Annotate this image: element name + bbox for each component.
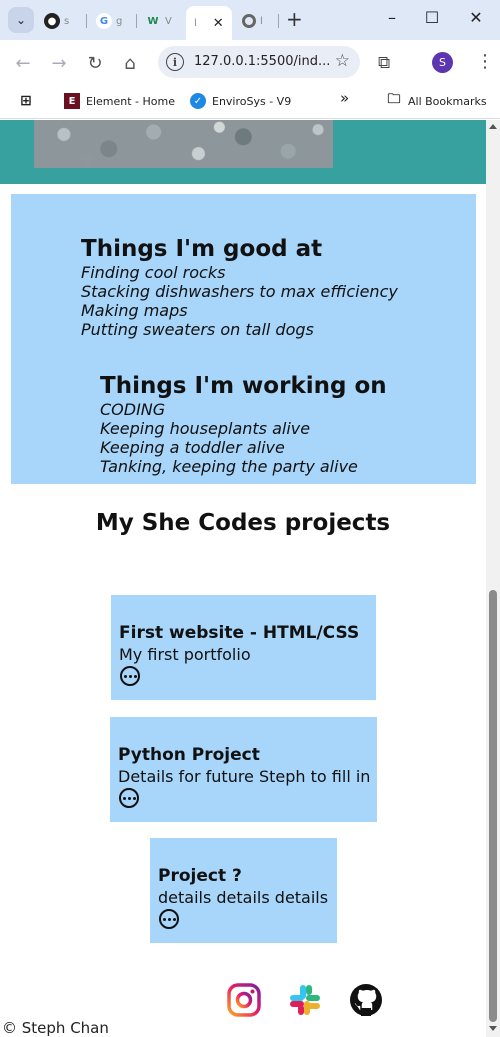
forward-icon[interactable]: → [46, 50, 72, 76]
good-item: Putting sweaters on tall dogs [81, 320, 314, 339]
reload-icon[interactable]: ↻ [82, 50, 108, 76]
scroll-down-icon[interactable] [489, 1026, 497, 1031]
instagram-icon[interactable] [227, 983, 261, 1017]
project-card[interactable]: Python Project Details for future Steph … [110, 717, 377, 822]
good-at-heading: Things I'm good at [81, 236, 323, 262]
scroll-up-icon[interactable] [489, 124, 497, 129]
scrollbar[interactable] [486, 120, 500, 1037]
bookmark-element[interactable]: E Element - Home [64, 93, 175, 109]
folder-icon: 🗀 [387, 92, 401, 107]
project-card[interactable]: Project ? details details details [150, 838, 337, 943]
tab-github[interactable]: ● s [44, 6, 69, 36]
more-icon[interactable] [119, 788, 139, 808]
project-title: Project ? [158, 866, 242, 886]
good-item: Stacking dishwashers to max efficiency [81, 282, 398, 301]
menu-icon[interactable]: ⋮ [476, 51, 494, 72]
element-icon: E [64, 93, 80, 109]
tab-strip: ⌄ ● s G g W V l ✕ l + – ☐ ✕ [0, 0, 500, 40]
skills-section: Things I'm good at Finding cool rocks St… [11, 194, 476, 484]
tab-search-button[interactable]: ⌄ [8, 7, 34, 33]
more-icon[interactable] [120, 666, 140, 686]
hero-section [0, 120, 486, 184]
google-icon: G [96, 13, 112, 29]
avatar[interactable]: S [432, 52, 453, 73]
address-bar[interactable]: i 127.0.0.1:5500/ind... ☆ [158, 46, 360, 78]
work-item: CODING [100, 400, 166, 419]
rocks-image [34, 120, 333, 168]
project-title: Python Project [118, 745, 260, 765]
project-description: details details details [158, 888, 329, 907]
close-tab-icon[interactable]: ✕ [213, 16, 224, 31]
good-item: Making maps [81, 301, 188, 320]
site-info-icon[interactable]: i [166, 53, 184, 71]
working-on-heading: Things I'm working on [100, 373, 387, 399]
maximize-icon[interactable]: ☐ [420, 8, 444, 27]
projects-heading: My She Codes projects [95, 510, 391, 536]
project-card[interactable]: First website - HTML/CSS My first portfo… [111, 595, 376, 700]
tab-google[interactable]: G g [96, 6, 122, 36]
project-description: Details for future Steph to fill in [118, 767, 371, 786]
apps-icon[interactable]: ⊞ [18, 93, 34, 109]
page-viewport: Things I'm good at Finding cool rocks St… [0, 120, 500, 1037]
good-item: Finding cool rocks [81, 263, 226, 282]
new-tab-button[interactable]: + [286, 9, 303, 29]
scroll-thumb[interactable] [489, 590, 497, 1022]
github-icon[interactable] [349, 983, 383, 1017]
work-item: Keeping a toddler alive [100, 438, 285, 457]
slack-icon[interactable] [288, 983, 322, 1017]
work-item: Tanking, keeping the party alive [100, 457, 358, 476]
back-icon[interactable]: ← [10, 50, 36, 76]
all-bookmarks[interactable]: 🗀 All Bookmarks [386, 92, 486, 109]
extensions-icon[interactable]: ⧉ [378, 53, 390, 73]
bookmark-envirosys[interactable]: ✓ EnviroSys - V9 [190, 93, 291, 109]
more-bookmarks-button[interactable]: » [340, 89, 349, 107]
copyright-text: © Steph Chan [2, 1019, 109, 1037]
w-icon: W [147, 15, 159, 27]
bookmarks-bar: ⊞ E Element - Home ✓ EnviroSys - V9 » 🗀 … [0, 85, 500, 119]
url-text[interactable]: 127.0.0.1:5500/ind... [194, 54, 330, 69]
project-title: First website - HTML/CSS [119, 623, 360, 643]
bookmark-star-icon[interactable]: ☆ [335, 51, 350, 71]
work-item: Keeping houseplants alive [100, 419, 311, 438]
minimize-icon[interactable]: – [380, 8, 404, 27]
home-icon[interactable]: ⌂ [117, 50, 143, 76]
tab-w[interactable]: W V [145, 6, 171, 36]
envirosys-icon: ✓ [190, 93, 206, 109]
github-icon: ● [44, 13, 60, 29]
close-window-icon[interactable]: ✕ [464, 8, 488, 27]
browser-toolbar: ← → ↻ ⌂ i 127.0.0.1:5500/ind... ☆ ⧉ S ⋮ [0, 40, 500, 85]
more-icon[interactable] [159, 909, 179, 929]
tab-active[interactable]: l ✕ [186, 6, 232, 40]
project-description: My first portfolio [119, 645, 251, 664]
chrome-icon [242, 14, 256, 28]
tab-chrome[interactable]: l [242, 6, 263, 36]
